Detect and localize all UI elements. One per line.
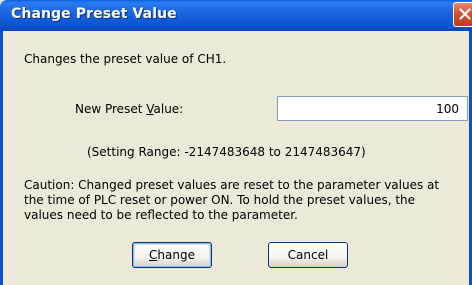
caution-text: Caution: Changed preset values are reset…	[24, 178, 462, 223]
new-preset-value-input[interactable]	[277, 96, 468, 121]
setting-range-text: (Setting Range: -2147483648 to 214748364…	[87, 145, 366, 159]
cancel-button[interactable]: Cancel	[268, 242, 348, 268]
label-accelerator: V	[146, 102, 154, 116]
dialog-title: Change Preset Value	[11, 6, 177, 22]
caution-line: values need to be reflected to the param…	[24, 208, 298, 222]
caution-line: the time of PLC reset or power ON. To ho…	[24, 193, 416, 207]
change-label: hange	[157, 248, 195, 262]
window-border-left	[0, 31, 3, 285]
title-bar[interactable]: Change Preset Value	[0, 0, 472, 31]
change-preset-value-dialog: Change Preset Value Changes the preset v…	[0, 0, 472, 285]
new-preset-value-label: New Preset Value:	[75, 102, 183, 116]
caution-line: Caution: Changed preset values are reset…	[24, 178, 440, 192]
label-part: alue:	[153, 102, 184, 116]
label-part: New Preset	[75, 102, 147, 116]
close-icon	[459, 8, 471, 20]
description-text: Changes the preset value of CH1.	[24, 52, 227, 66]
change-button[interactable]: Change	[132, 242, 212, 268]
close-button[interactable]	[453, 2, 472, 27]
